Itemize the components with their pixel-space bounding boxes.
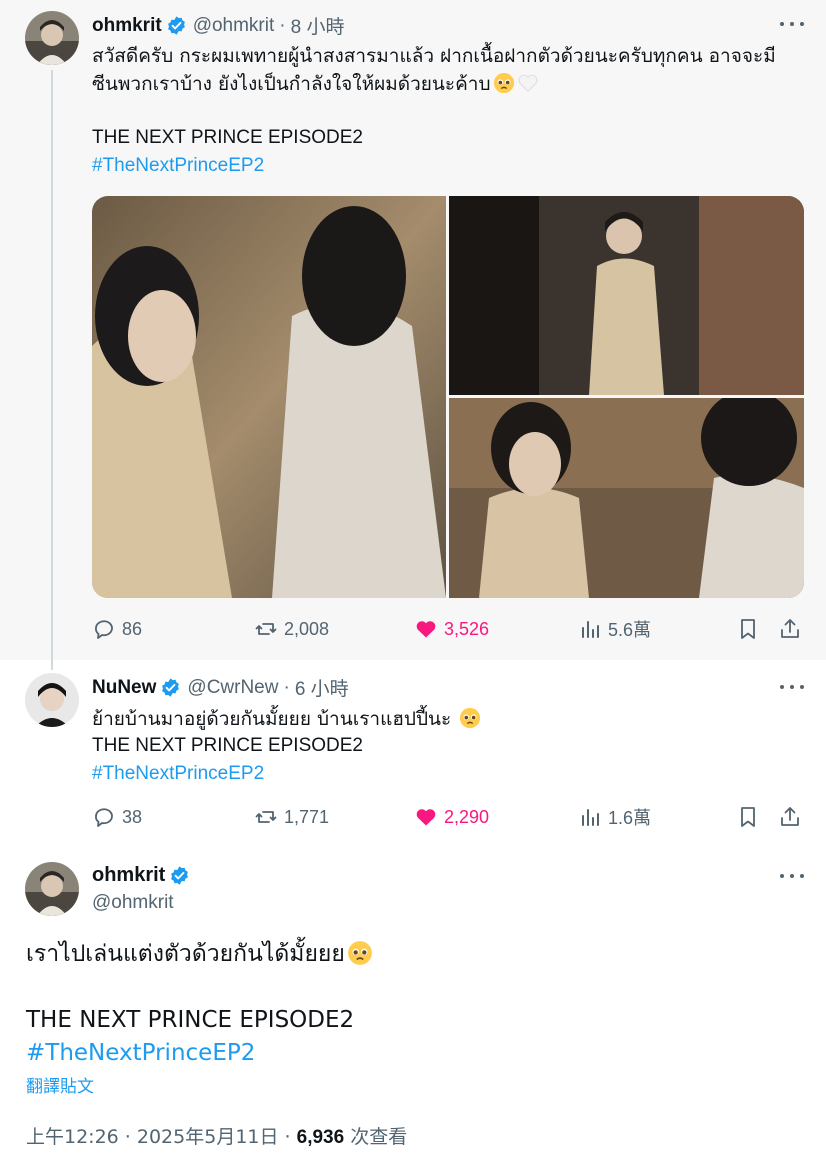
hashtag-link[interactable]: #TheNextPrinceEP2 — [92, 760, 264, 788]
views-total: 6,936 — [296, 1127, 345, 1148]
author-handle[interactable]: @ohmkrit — [92, 892, 174, 914]
views-icon — [582, 809, 599, 826]
avatar-image — [25, 862, 79, 916]
media-grid — [92, 196, 804, 598]
avatar-image — [25, 673, 79, 727]
avatar-image — [25, 11, 79, 65]
reply-button[interactable]: 86 — [92, 614, 142, 644]
views-label: 次查看 — [344, 1126, 408, 1148]
reply-button[interactable]: 38 — [92, 802, 142, 832]
tweet-1-title-line: THE NEXT PRINCE EPISODE2 — [92, 127, 363, 148]
photo-2[interactable] — [449, 196, 804, 395]
timestamp[interactable]: 上午12:26 · 2025年5月11日 · — [26, 1126, 297, 1148]
hashtag-link[interactable]: #TheNextPrinceEP2 — [92, 152, 264, 180]
pleading-face-emoji — [493, 72, 514, 94]
reply-icon — [95, 620, 113, 639]
tweet-text-line: ซีนพวกเราบ้าง ยังไงเป็นกำลังใจให้ผมด้วยน… — [92, 70, 776, 98]
main-title-line: THE NEXT PRINCE EPISODE2 — [26, 1007, 355, 1033]
views-button[interactable]: 5.6萬 — [578, 614, 651, 644]
reply-count: 86 — [122, 618, 143, 639]
tweet-time[interactable]: 8 小時 — [291, 12, 345, 39]
heart-icon — [416, 621, 436, 638]
views-count: 1.6萬 — [608, 808, 652, 828]
bookmark-icon — [741, 807, 755, 827]
tweet-2-text: ย้ายบ้านมาอยู่ด้วยกันมั้ยยย บ้านเราแฮปปี… — [92, 705, 481, 733]
photo-1-image — [92, 196, 446, 598]
separator-dot: · — [283, 676, 290, 698]
main-tweet-text: เราไปเล่นแต่งตัวด้วยกันได้มั้ยยย — [26, 939, 373, 969]
tweet-1-actions: 86 2,008 3,526 5.6萬 — [92, 614, 804, 644]
tweet-2-actions: 38 1,771 2,290 1.6萬 — [92, 802, 804, 832]
tweet-2-header: NuNew @CwrNew · 6 小時 — [92, 674, 349, 701]
heart-icon — [416, 809, 436, 826]
photo-1[interactable] — [92, 196, 446, 598]
more-icon[interactable] — [780, 683, 804, 691]
tweet-2-title-line: THE NEXT PRINCE EPISODE2 — [92, 735, 363, 756]
author-name[interactable]: ohmkrit — [92, 15, 162, 37]
photo-2-image — [449, 196, 804, 395]
tweet-text-segment: ย้ายบ้านมาอยู่ด้วยกันมั้ยยย บ้านเราแฮปปี… — [92, 708, 452, 730]
verified-badge-icon — [171, 866, 189, 885]
like-count: 3,526 — [444, 618, 490, 639]
author-name[interactable]: NuNew — [92, 677, 156, 699]
tweet-text-line: สวัสดีครับ กระผมเพทายผู้นำสงสารมาแล้ว ฝา… — [92, 45, 776, 67]
bookmark-button[interactable] — [736, 614, 766, 644]
tweet-text-line: ย้ายบ้านมาอยู่ด้วยกันมั้ยยย บ้านเราแฮปปี… — [92, 705, 481, 733]
retweet-count: 1,771 — [284, 806, 330, 827]
retweet-button[interactable]: 2,008 — [254, 614, 329, 644]
author-handle[interactable]: @CwrNew — [187, 677, 278, 699]
avatar-ohmkrit[interactable] — [25, 862, 79, 916]
views-button[interactable]: 1.6萬 — [578, 802, 651, 832]
tweet-text-segment: เราไปเล่นแต่งตัวด้วยกันได้มั้ยยย — [26, 941, 345, 967]
tweet-1-header: ohmkrit @ohmkrit · 8 小時 — [92, 12, 344, 39]
bookmark-button[interactable] — [736, 802, 766, 832]
author-handle[interactable]: @ohmkrit — [193, 15, 275, 37]
thread-line — [51, 70, 53, 670]
like-button[interactable]: 2,290 — [414, 802, 489, 832]
separator-dot: · — [279, 14, 286, 36]
pleading-face-emoji — [460, 707, 481, 729]
share-icon — [781, 807, 799, 826]
retweet-button[interactable]: 1,771 — [254, 802, 329, 832]
verified-badge-icon — [167, 16, 185, 35]
reply-count: 38 — [122, 806, 143, 827]
retweet-icon — [255, 811, 277, 823]
tweet-meta: 上午12:26 · 2025年5月11日 · 6,936 次查看 — [26, 1122, 407, 1149]
share-button[interactable] — [778, 614, 808, 644]
avatar-ohmkrit[interactable] — [25, 11, 79, 65]
retweet-count: 2,008 — [284, 618, 330, 639]
views-icon — [582, 621, 599, 638]
like-count: 2,290 — [444, 806, 490, 827]
like-button[interactable]: 3,526 — [414, 614, 489, 644]
more-icon[interactable] — [780, 872, 804, 880]
hashtag-link[interactable]: #TheNextPrinceEP2 — [26, 1038, 255, 1068]
photo-3-image — [449, 398, 804, 598]
share-icon — [781, 619, 799, 638]
tweet-1-text: สวัสดีครับ กระผมเพทายผู้นำสงสารมาแล้ว ฝา… — [92, 42, 776, 98]
photo-3[interactable] — [449, 398, 804, 598]
translate-link[interactable]: 翻譯貼文 — [26, 1072, 94, 1097]
views-count: 5.6萬 — [608, 620, 652, 640]
tweet-time[interactable]: 6 小時 — [295, 674, 349, 701]
bookmark-icon — [741, 619, 755, 639]
verified-badge-icon — [162, 678, 180, 697]
avatar-nunew[interactable] — [25, 673, 79, 727]
pleading-face-emoji — [347, 941, 372, 965]
more-icon[interactable] — [780, 20, 804, 28]
main-author-name-row: ohmkrit — [92, 864, 190, 887]
tweet-text-segment: ซีนพวกเราบ้าง ยังไงเป็นกำลังใจให้ผมด้วยน… — [92, 73, 491, 95]
author-name[interactable]: ohmkrit — [92, 864, 165, 887]
reply-icon — [95, 808, 113, 827]
retweet-icon — [255, 623, 277, 635]
white-heart-emoji — [518, 74, 537, 92]
share-button[interactable] — [778, 802, 808, 832]
